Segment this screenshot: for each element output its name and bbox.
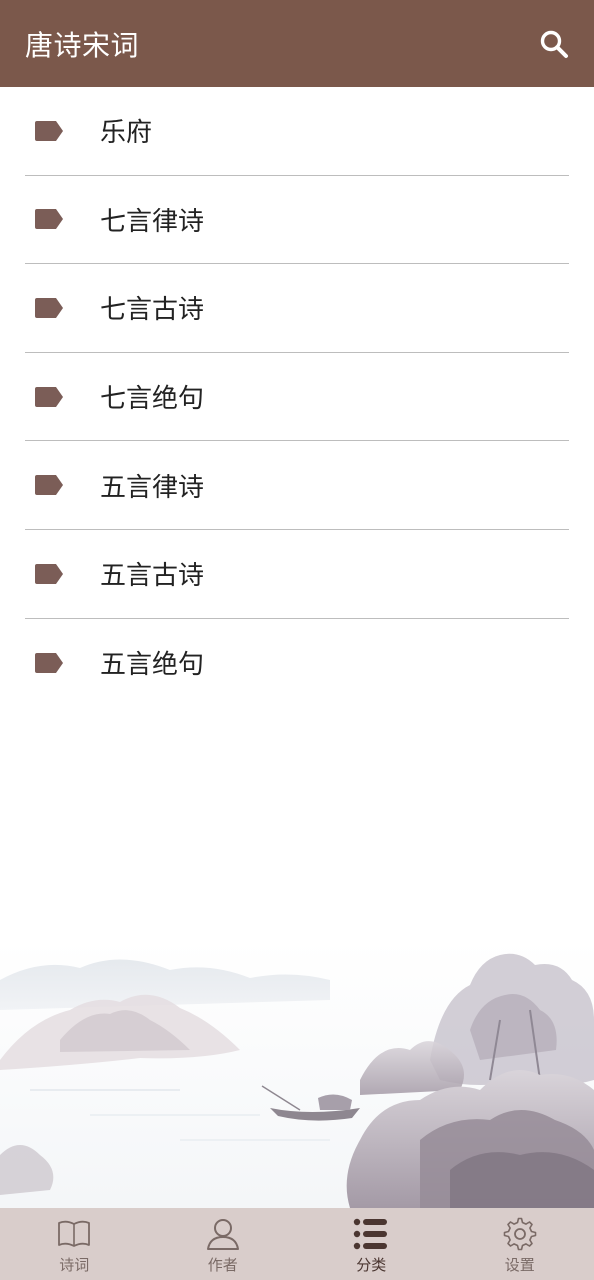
tab-categories[interactable]: 分类 xyxy=(297,1208,446,1280)
category-label: 七言古诗 xyxy=(100,295,205,326)
category-label: 乐府 xyxy=(100,118,153,149)
tab-label: 诗词 xyxy=(59,1256,90,1274)
category-label: 七言律诗 xyxy=(100,206,205,237)
category-label: 五言古诗 xyxy=(100,561,205,592)
tag-icon xyxy=(34,474,64,496)
tag-icon xyxy=(34,208,64,230)
tab-settings[interactable]: 设置 xyxy=(446,1208,594,1280)
category-label: 五言绝句 xyxy=(100,650,205,681)
tab-label: 分类 xyxy=(356,1256,387,1274)
list-icon xyxy=(353,1216,389,1252)
category-item-qiyan-gushi[interactable]: 七言古诗 xyxy=(25,264,569,353)
tab-label: 设置 xyxy=(504,1256,535,1274)
tag-icon xyxy=(34,297,64,319)
tag-icon xyxy=(34,120,64,142)
person-icon xyxy=(205,1216,241,1252)
book-icon xyxy=(56,1216,92,1252)
top-app-bar: 唐诗宋词 xyxy=(0,0,594,87)
tab-authors[interactable]: 作者 xyxy=(149,1208,298,1280)
tag-icon xyxy=(34,563,64,585)
tag-icon xyxy=(34,386,64,408)
app-title: 唐诗宋词 xyxy=(25,28,140,62)
landscape-painting-image xyxy=(0,940,594,1208)
category-item-yuefu[interactable]: 乐府 xyxy=(25,87,569,176)
category-item-wuyan-jueju[interactable]: 五言绝句 xyxy=(25,619,569,708)
app-root: 唐诗宋词 乐府 七言律诗 七言古诗 七言绝句 五言律诗 五言古诗 五言绝句 诗词… xyxy=(0,0,594,1280)
search-button[interactable] xyxy=(536,26,572,62)
category-label: 五言律诗 xyxy=(100,472,205,503)
tab-poems[interactable]: 诗词 xyxy=(0,1208,149,1280)
search-icon xyxy=(540,30,568,58)
category-item-wuyan-gushi[interactable]: 五言古诗 xyxy=(25,530,569,619)
category-label: 七言绝句 xyxy=(100,384,205,415)
tag-icon xyxy=(34,652,64,674)
gear-icon xyxy=(502,1216,538,1252)
category-item-qiyan-lvshi[interactable]: 七言律诗 xyxy=(25,176,569,265)
bottom-navigation: 诗词 作者 分类 设置 xyxy=(0,1208,594,1280)
category-list: 乐府 七言律诗 七言古诗 七言绝句 五言律诗 五言古诗 五言绝句 xyxy=(25,87,569,707)
category-item-wuyan-lvshi[interactable]: 五言律诗 xyxy=(25,441,569,530)
category-item-qiyan-jueju[interactable]: 七言绝句 xyxy=(25,353,569,442)
tab-label: 作者 xyxy=(207,1256,238,1274)
